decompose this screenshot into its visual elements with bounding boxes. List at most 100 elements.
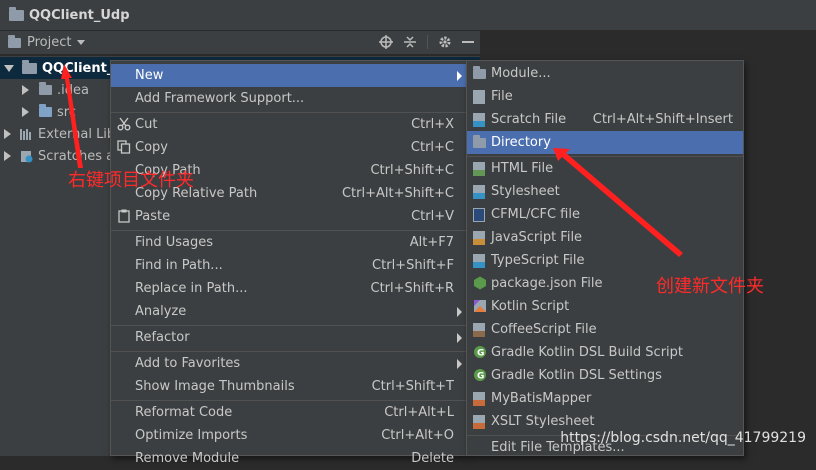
menu-item-label: Find Usages [135,235,214,250]
collapse-arrow-icon[interactable] [4,129,11,139]
menu-item-new[interactable]: New [111,64,466,87]
tree-item-external-libraries[interactable]: External Libr [0,123,121,145]
menu-item-reformat-code[interactable]: Reformat Code Ctrl+Alt+L [111,401,466,424]
submenu-arrow-icon [457,359,462,369]
expand-arrow-icon[interactable] [4,64,14,72]
tree-item-idea[interactable]: .idea [0,79,89,101]
submenu-item-stylesheet[interactable]: Stylesheet [467,180,743,203]
menu-item-shortcut: Ctrl+Shift+R [370,281,455,296]
watermark-text: https://blog.csdn.net/qq_41799219 [560,430,806,446]
menu-item-label: Reformat Code [135,405,233,420]
menu-item-copy[interactable]: Copy Ctrl+C [111,136,466,159]
submenu-arrow-icon [457,71,462,81]
menu-item-label: Add to Favorites [135,356,241,371]
collapse-arrow-icon[interactable] [4,151,11,161]
tree-item-scratches[interactable]: Scratches a [0,145,114,167]
css-file-icon [473,185,485,199]
collapse-all-icon[interactable] [403,35,417,49]
submenu-item-coffeescript-file[interactable]: CoffeeScript File [467,318,743,341]
scratches-icon [21,151,33,163]
menu-item-label: Refactor [135,330,190,345]
js-file-icon [473,231,485,245]
gear-icon[interactable] [438,35,452,49]
gradle-icon: G [474,369,486,382]
window-titlebar: QQClient_Udp [0,0,816,30]
submenu-item-gradle-settings[interactable]: G Gradle Kotlin DSL Settings [467,364,743,387]
hide-panel-icon[interactable] [462,35,474,49]
menu-item-shortcut: Ctrl+Alt+L [384,405,454,420]
menu-item-optimize-imports[interactable]: Optimize Imports Ctrl+Alt+O [111,424,466,447]
menu-item-show-image-thumbnails[interactable]: Show Image Thumbnails Ctrl+Shift+T [111,375,466,398]
menu-item-paste[interactable]: Paste Ctrl+V [111,205,466,228]
collapse-arrow-icon[interactable] [22,107,29,117]
menu-item-add-to-favorites[interactable]: Add to Favorites [111,352,466,375]
project-view-icon [8,34,21,48]
menu-item-label: HTML File [491,161,554,176]
menu-item-shortcut: Ctrl+Shift+C [370,163,454,178]
menu-item-label: Find in Path... [135,258,223,273]
submenu-arrow-icon [457,333,462,343]
folder-icon [39,82,52,95]
menu-item-find-in-path[interactable]: Find in Path... Ctrl+Shift+F [111,254,466,277]
submenu-item-javascript-file[interactable]: JavaScript File [467,226,743,249]
menu-item-find-usages[interactable]: Find Usages Alt+F7 [111,231,466,254]
nodejs-icon [474,276,486,290]
submenu-item-module[interactable]: Module... [467,62,743,85]
locate-target-icon[interactable] [379,35,393,49]
menu-item-label: CoffeeScript File [491,322,597,337]
menu-item-shortcut: Ctrl+Shift+T [371,379,454,394]
menu-item-add-framework-support[interactable]: Add Framework Support... [111,87,466,110]
collapse-arrow-icon[interactable] [22,85,29,95]
module-icon [473,66,486,79]
scissors-icon [117,117,131,131]
submenu-item-directory[interactable]: Directory [467,131,743,154]
ts-file-icon [473,254,485,268]
menu-item-shortcut: Ctrl+C [410,140,454,155]
submenu-item-mybatis-mapper[interactable]: MyBatisMapper [467,387,743,410]
menu-item-shortcut: Ctrl+Alt+Shift+Insert [592,112,733,127]
library-icon [20,128,31,140]
menu-item-label: MyBatisMapper [491,391,592,406]
menu-item-label: Gradle Kotlin DSL Settings [491,368,662,383]
menu-item-label: Scratch File [491,112,567,127]
svg-text:G: G [477,372,484,382]
menu-item-label: Cut [135,117,158,132]
submenu-item-file[interactable]: File [467,85,743,108]
source-folder-icon [39,104,52,117]
annotation-right-click-note: 右键项目文件夹 [68,170,194,191]
submenu-item-html-file[interactable]: HTML File [467,157,743,180]
new-submenu: Module... File Scratch File Ctrl+Alt+Shi… [466,60,744,456]
xml-file-icon [473,415,485,429]
project-view-selector[interactable]: Project [27,35,71,50]
menu-item-label: Remove Module [135,451,240,466]
gradle-icon: G [474,346,486,359]
submenu-arrow-icon [457,307,462,317]
menu-item-label: Replace in Path... [135,281,248,296]
file-icon [473,90,485,104]
menu-item-cut[interactable]: Cut Ctrl+X [111,113,466,136]
menu-item-shortcut: Ctrl+Alt+Shift+C [341,186,454,201]
menu-item-remove-module[interactable]: Remove Module Delete [111,447,466,470]
submenu-item-gradle-build-script[interactable]: G Gradle Kotlin DSL Build Script [467,341,743,364]
copy-icon [117,140,131,154]
menu-item-refactor[interactable]: Refactor [111,326,466,349]
menu-item-label: Stylesheet [491,184,560,199]
submenu-item-typescript-file[interactable]: TypeScript File [467,249,743,272]
submenu-item-cfml-file[interactable]: CFML/CFC file [467,203,743,226]
submenu-item-scratch-file[interactable]: Scratch File Ctrl+Alt+Shift+Insert [467,108,743,131]
tree-item-src[interactable]: src [0,101,76,123]
module-folder-icon [22,59,37,74]
menu-item-label: TypeScript File [491,253,585,268]
project-folder-icon [9,6,24,21]
menu-item-replace-in-path[interactable]: Replace in Path... Ctrl+Shift+R [111,277,466,300]
menu-item-label: Copy [135,140,168,155]
menu-item-label: New [135,68,164,83]
kotlin-icon [474,300,486,312]
paste-icon [118,209,130,223]
chevron-down-icon[interactable] [77,40,86,45]
window-title: QQClient_Udp [29,7,130,23]
annotation-create-folder-note: 创建新文件夹 [656,276,764,297]
submenu-item-kotlin-script[interactable]: Kotlin Script [467,295,743,318]
menu-item-shortcut: Ctrl+V [411,209,454,224]
menu-item-analyze[interactable]: Analyze [111,300,466,323]
